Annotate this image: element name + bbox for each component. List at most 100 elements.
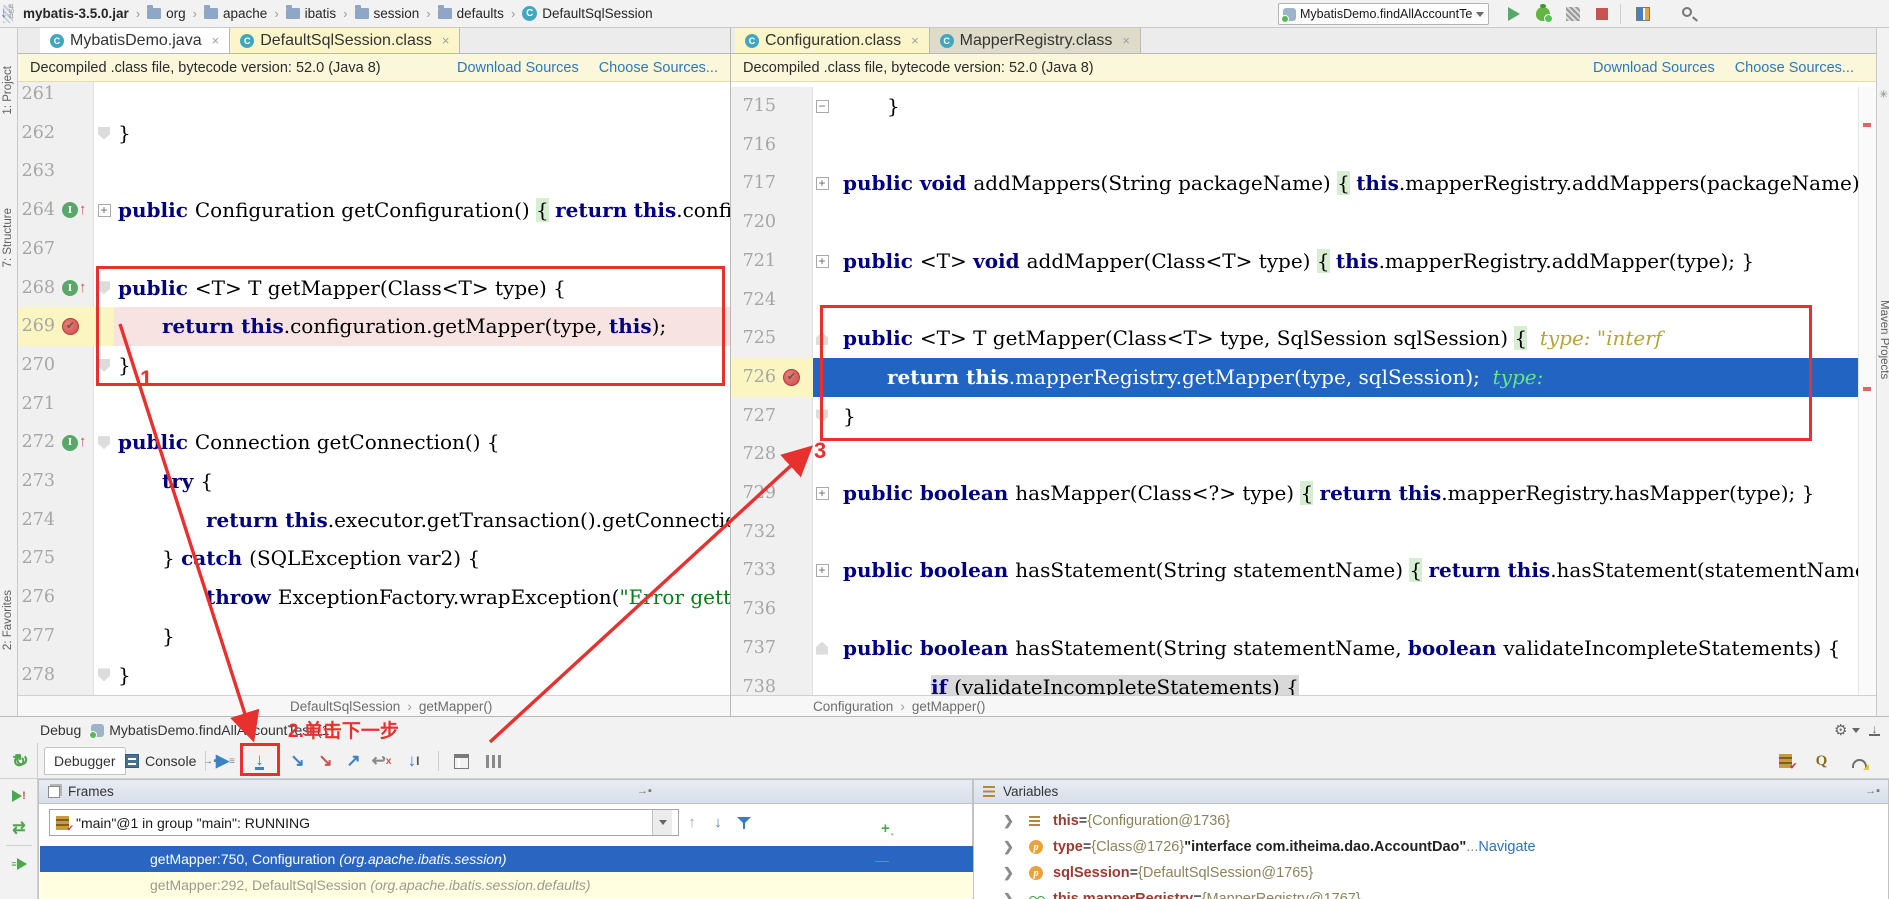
code-line-272[interactable]: 272 I ↑ public Connection getConnection() { (18, 423, 730, 462)
breadcrumb-item-defaults[interactable]: defaults (436, 5, 506, 21)
code-text[interactable] (831, 281, 1859, 320)
debug-button[interactable] (1536, 4, 1553, 23)
code-line-268[interactable]: 268 I ↑ public <T> T getMapper(Class<T> typ… (18, 269, 730, 308)
line-number[interactable]: 273 (18, 462, 62, 501)
tab-mapperregistry-class[interactable]: C MapperRegistry.class × (929, 28, 1141, 53)
line-number[interactable]: 275 (18, 539, 62, 578)
choose-sources-link[interactable]: Choose Sources... (1735, 60, 1854, 76)
breakpoint-verified-icon[interactable]: ✔ (783, 368, 800, 386)
tab-configuration-class[interactable]: C Configuration.class × (735, 28, 930, 53)
step-into-icon[interactable]: ↘ (284, 748, 311, 774)
code-text[interactable]: public boolean hasMapper(Class<?> type) … (831, 474, 1859, 513)
code-line-262[interactable]: 262} (18, 114, 730, 153)
coverage-button[interactable] (1566, 7, 1580, 21)
tool-windows-icon[interactable] (1636, 7, 1650, 21)
rerun-program-icon[interactable]: ↻ (8, 751, 30, 773)
frame-row-1[interactable]: getMapper:292, DefaultSqlSession (org.ap… (40, 872, 973, 898)
breadcrumb-item-org[interactable]: org (145, 5, 188, 21)
code-text[interactable]: } (114, 617, 730, 656)
run-config-select[interactable]: MybatisDemo.findAllAccountTest (1) (1278, 3, 1489, 25)
code-line-269[interactable]: 269 ✔ return this.configuration.getMapper(… (18, 307, 730, 346)
fold-marker-icon[interactable]: + (815, 177, 829, 191)
tab-debugger[interactable]: Debugger (44, 747, 126, 775)
line-number[interactable]: 715 (731, 87, 783, 126)
line-number[interactable]: 267 (18, 230, 62, 269)
chevron-down-icon[interactable] (652, 810, 672, 835)
code-line-728[interactable]: 728 (731, 435, 1859, 474)
close-icon[interactable]: × (1122, 33, 1130, 48)
breadcrumb-bottom-right[interactable]: Configuration › getMapper() (731, 695, 1876, 716)
implemented-method-icon[interactable]: I (62, 279, 78, 296)
breadcrumb-class[interactable]: DefaultSqlSession (290, 699, 400, 714)
code-line-275[interactable]: 275} catch (SQLException var2) { (18, 539, 730, 578)
chevron-expand-icon[interactable]: ❯ (1003, 839, 1029, 855)
variable-row-this-mapperRegistry[interactable]: ❯ this.mapperRegistry = {MapperRegistry@1… (975, 886, 1888, 899)
tab-defaultsqlsession-class[interactable]: C DefaultSqlSession.class × (230, 28, 461, 53)
line-number[interactable]: 271 (18, 385, 62, 424)
resume-with-exception-icon[interactable]: ! (8, 785, 30, 807)
line-number[interactable]: 725 (731, 319, 783, 358)
step-over-icon[interactable]: ↓ (246, 748, 273, 774)
line-number[interactable]: 277 (18, 617, 62, 656)
line-number[interactable]: 263 (18, 152, 62, 191)
code-line-721[interactable]: 721 + public <T> void addMapper(Class<T> t… (731, 242, 1859, 281)
add-watch-icon[interactable]: +˯ (881, 820, 895, 837)
sidebar-item-favorites[interactable]: 2: Favorites (2, 590, 14, 650)
search-icon[interactable] (1682, 7, 1692, 17)
chevron-expand-icon[interactable]: ❯ (1003, 813, 1029, 829)
next-frame-icon[interactable]: ↓ (705, 810, 731, 836)
code-line-726[interactable]: 726 ✔ return this.mapperRegistry.getMapper… (731, 357, 1859, 397)
code-text[interactable] (831, 435, 1859, 474)
line-number[interactable]: 737 (731, 629, 783, 668)
hide-panel-icon[interactable]: ↓ (1868, 722, 1881, 736)
variable-row-type[interactable]: ❯ p type = {Class@1726} "interface com.ith… (975, 834, 1888, 860)
code-line-276[interactable]: 276 throw ExceptionFactory.wrapException(… (18, 578, 730, 617)
code-text[interactable]: } (831, 397, 1859, 436)
close-icon[interactable]: × (911, 33, 919, 48)
code-line-725[interactable]: 725 public <T> T getMapper(Class<T> type,… (731, 319, 1859, 358)
breadcrumb-class[interactable]: Configuration (813, 699, 893, 714)
code-line-736[interactable]: 736 (731, 590, 1859, 629)
evaluate-expression-icon[interactable] (448, 748, 475, 774)
breadcrumb-method[interactable]: getMapper() (912, 699, 986, 714)
code-line-271[interactable]: 271 (18, 385, 730, 424)
line-number[interactable]: 728 (731, 435, 783, 474)
fold-marker-icon[interactable] (816, 641, 828, 655)
drop-frame-icon[interactable]: ↩ x (368, 748, 395, 774)
code-line-729[interactable]: 729 + public boolean hasMapper(Class<?> ty… (731, 474, 1859, 513)
line-number[interactable]: 733 (731, 551, 783, 590)
asterisk-icon[interactable]: ✳ (1879, 88, 1888, 101)
code-text[interactable] (114, 152, 730, 191)
splitter-handle-icon[interactable]: — (875, 852, 889, 868)
stream-trace-icon[interactable] (480, 748, 507, 774)
chevron-expand-icon[interactable]: ❯ (1003, 865, 1029, 881)
code-text[interactable]: public boolean hasStatement(String state… (831, 551, 1859, 590)
breadcrumb-item-apache[interactable]: apache (202, 5, 269, 21)
choose-sources-link[interactable]: Choose Sources... (599, 60, 718, 76)
code-text[interactable]: return this.executor.getTransaction().ge… (114, 501, 730, 540)
code-text[interactable]: public <T> T getMapper(Class<T> type, Sq… (831, 319, 1859, 358)
code-text[interactable]: } (114, 114, 730, 153)
pin-icon[interactable]: →▪ (637, 785, 652, 797)
gear-icon[interactable]: ⚙ (1834, 721, 1847, 739)
resume-program-icon[interactable]: ≡ (8, 853, 30, 875)
fold-marker-icon[interactable]: + (815, 486, 829, 500)
bytecode-order-icon[interactable]: ↓ 01 10 01 (0, 4, 14, 21)
code-text[interactable] (831, 203, 1859, 242)
pin-icon[interactable]: →▪ (1865, 785, 1880, 797)
line-number[interactable]: 736 (731, 590, 783, 629)
line-number[interactable]: 729 (731, 474, 783, 513)
previous-frame-icon[interactable]: ↑ (679, 810, 705, 836)
code-text[interactable]: if (validateIncompleteStatements) { (831, 668, 1859, 695)
scrollbar[interactable] (1858, 87, 1876, 695)
code-text[interactable]: public void addMappers(String packageNam… (831, 164, 1859, 203)
fold-marker-icon[interactable]: + (815, 564, 829, 578)
tab-mybatisdemo-java[interactable]: C MybatisDemo.java × (40, 28, 231, 53)
code-line-716[interactable]: 716 (731, 126, 1859, 165)
code-line-270[interactable]: 270} (18, 346, 730, 385)
code-text[interactable] (831, 126, 1859, 165)
show-execution-point-icon[interactable]: ▶ ≡ (212, 748, 239, 774)
code-line-720[interactable]: 720 (731, 203, 1859, 242)
fold-marker-icon[interactable] (98, 358, 110, 372)
close-icon[interactable]: × (212, 33, 220, 48)
